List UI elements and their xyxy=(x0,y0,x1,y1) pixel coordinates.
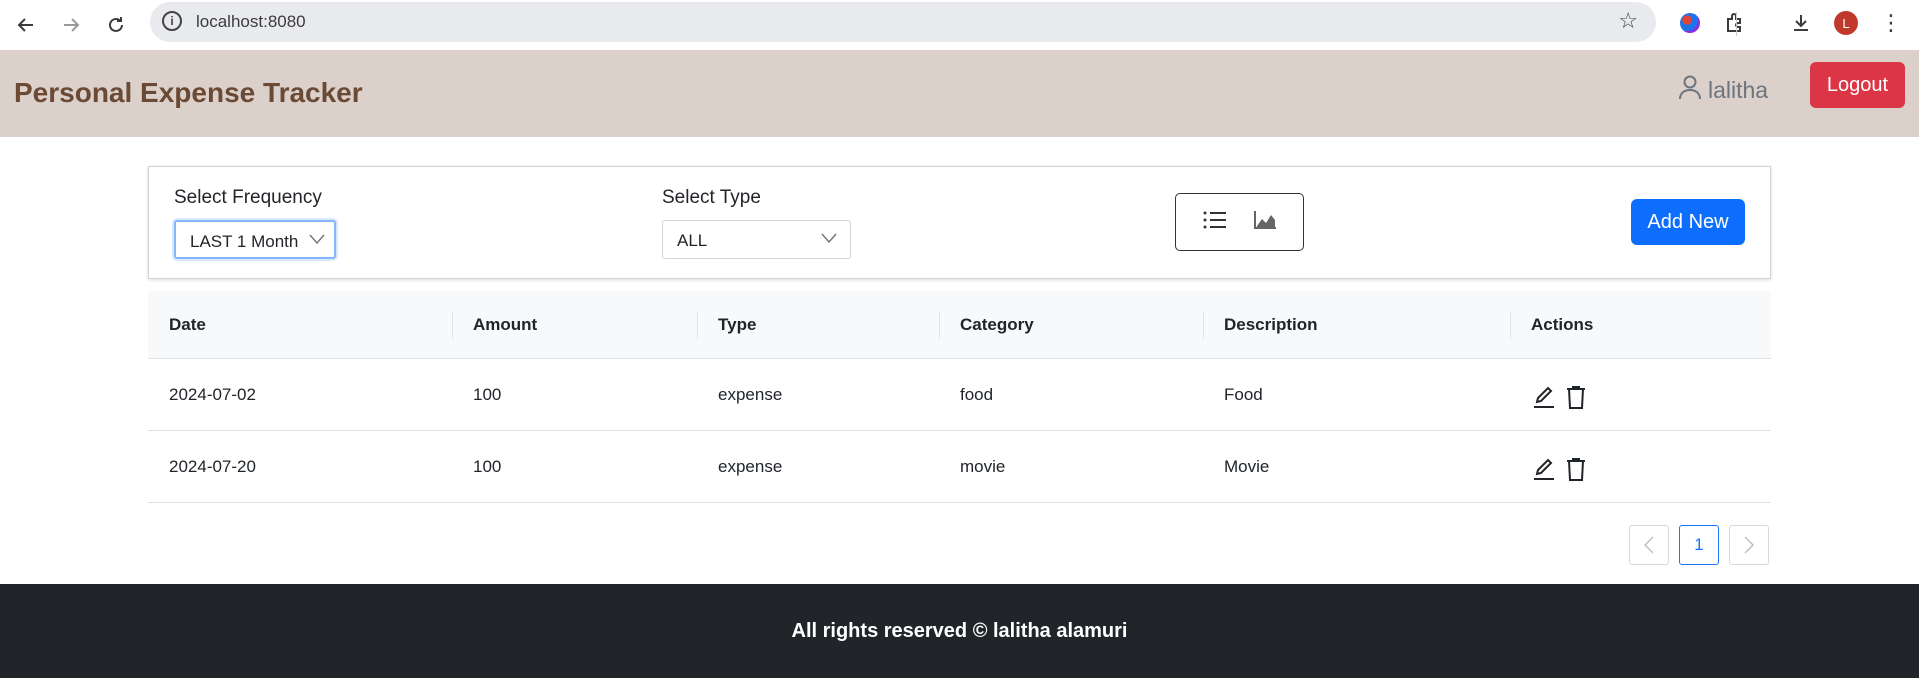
bookmark-star-icon[interactable]: ☆ xyxy=(1618,8,1638,34)
footer: All rights reserved © lalitha alamuri xyxy=(0,584,1919,678)
view-toggle xyxy=(1175,193,1304,251)
chevron-down-icon xyxy=(821,233,837,244)
column-separator xyxy=(1510,311,1511,339)
prev-page-button[interactable] xyxy=(1629,525,1669,565)
extension-globe-icon[interactable] xyxy=(1675,8,1705,38)
app-header: Personal Expense Tracker lalitha Logout xyxy=(0,50,1919,137)
type-label: Select Type xyxy=(662,187,761,208)
url-text: localhost:8080 xyxy=(196,12,306,31)
cell-date: 2024-07-20 xyxy=(169,457,256,476)
cell-type: expense xyxy=(718,385,783,404)
type-select[interactable]: ALL xyxy=(662,220,851,259)
chevron-right-icon xyxy=(1744,536,1755,554)
cell-type: expense xyxy=(718,457,783,476)
page-number[interactable]: 1 xyxy=(1679,525,1719,565)
cell-amount: 100 xyxy=(473,457,502,476)
row-actions xyxy=(1531,385,1587,414)
footer-text: All rights reserved © lalitha alamuri xyxy=(791,619,1128,642)
frequency-value: LAST 1 Month xyxy=(190,232,299,251)
delete-icon[interactable] xyxy=(1565,457,1587,486)
toolbar-divider xyxy=(1736,12,1737,36)
header-category: Category xyxy=(960,315,1034,334)
browser-toolbar: i localhost:8080 ☆ L ⋮ xyxy=(0,0,1919,50)
address-bar[interactable]: i localhost:8080 ☆ xyxy=(150,2,1656,42)
cell-amount: 100 xyxy=(473,385,502,404)
list-view-icon[interactable] xyxy=(1203,210,1227,235)
username: lalitha xyxy=(1708,76,1769,103)
transactions-table: Date Amount Type Category Description Ac… xyxy=(148,291,1771,503)
chevron-down-icon xyxy=(309,234,325,245)
header-description: Description xyxy=(1224,315,1318,334)
cell-category: movie xyxy=(960,457,1006,476)
add-new-button[interactable]: Add New xyxy=(1631,199,1745,245)
reload-icon[interactable] xyxy=(100,9,132,41)
forward-icon[interactable] xyxy=(55,9,87,41)
header-amount: Amount xyxy=(473,315,538,334)
edit-icon[interactable] xyxy=(1531,385,1555,414)
column-separator xyxy=(939,311,940,339)
frequency-select[interactable]: LAST 1 Month xyxy=(174,220,336,259)
table-row: 2024-07-20 100 expense movie Movie xyxy=(148,431,1771,503)
back-icon[interactable] xyxy=(10,9,42,41)
site-info-icon[interactable]: i xyxy=(162,11,182,31)
profile-avatar[interactable]: L xyxy=(1831,8,1861,38)
table-row: 2024-07-02 100 expense food Food xyxy=(148,359,1771,431)
extensions-puzzle-icon[interactable] xyxy=(1720,8,1750,38)
chevron-left-icon xyxy=(1643,536,1654,554)
download-icon[interactable] xyxy=(1786,8,1816,38)
cell-description: Food xyxy=(1224,385,1263,404)
next-page-button[interactable] xyxy=(1729,525,1769,565)
brand-title: Personal Expense Tracker xyxy=(14,77,363,108)
column-separator xyxy=(697,311,698,339)
browser-menu-icon[interactable]: ⋮ xyxy=(1876,8,1906,38)
table-header: Date Amount Type Category Description Ac… xyxy=(148,291,1771,359)
cell-category: food xyxy=(960,385,994,404)
filter-panel: Select Frequency LAST 1 Month Select Typ… xyxy=(148,166,1771,279)
cell-description: Movie xyxy=(1224,457,1270,476)
cell-date: 2024-07-02 xyxy=(169,385,256,404)
logout-button[interactable]: Logout xyxy=(1810,62,1905,108)
chart-view-icon[interactable] xyxy=(1253,210,1277,235)
column-separator xyxy=(1203,311,1204,339)
delete-icon[interactable] xyxy=(1565,385,1587,414)
header-actions: Actions xyxy=(1531,315,1594,334)
column-separator xyxy=(452,311,453,339)
header-type: Type xyxy=(718,315,757,334)
frequency-label: Select Frequency xyxy=(174,187,322,208)
user-icon xyxy=(1678,74,1702,106)
user-info: lalitha xyxy=(1678,74,1768,106)
edit-icon[interactable] xyxy=(1531,457,1555,486)
row-actions xyxy=(1531,457,1587,486)
header-date: Date xyxy=(169,315,206,334)
type-value: ALL xyxy=(677,231,708,250)
